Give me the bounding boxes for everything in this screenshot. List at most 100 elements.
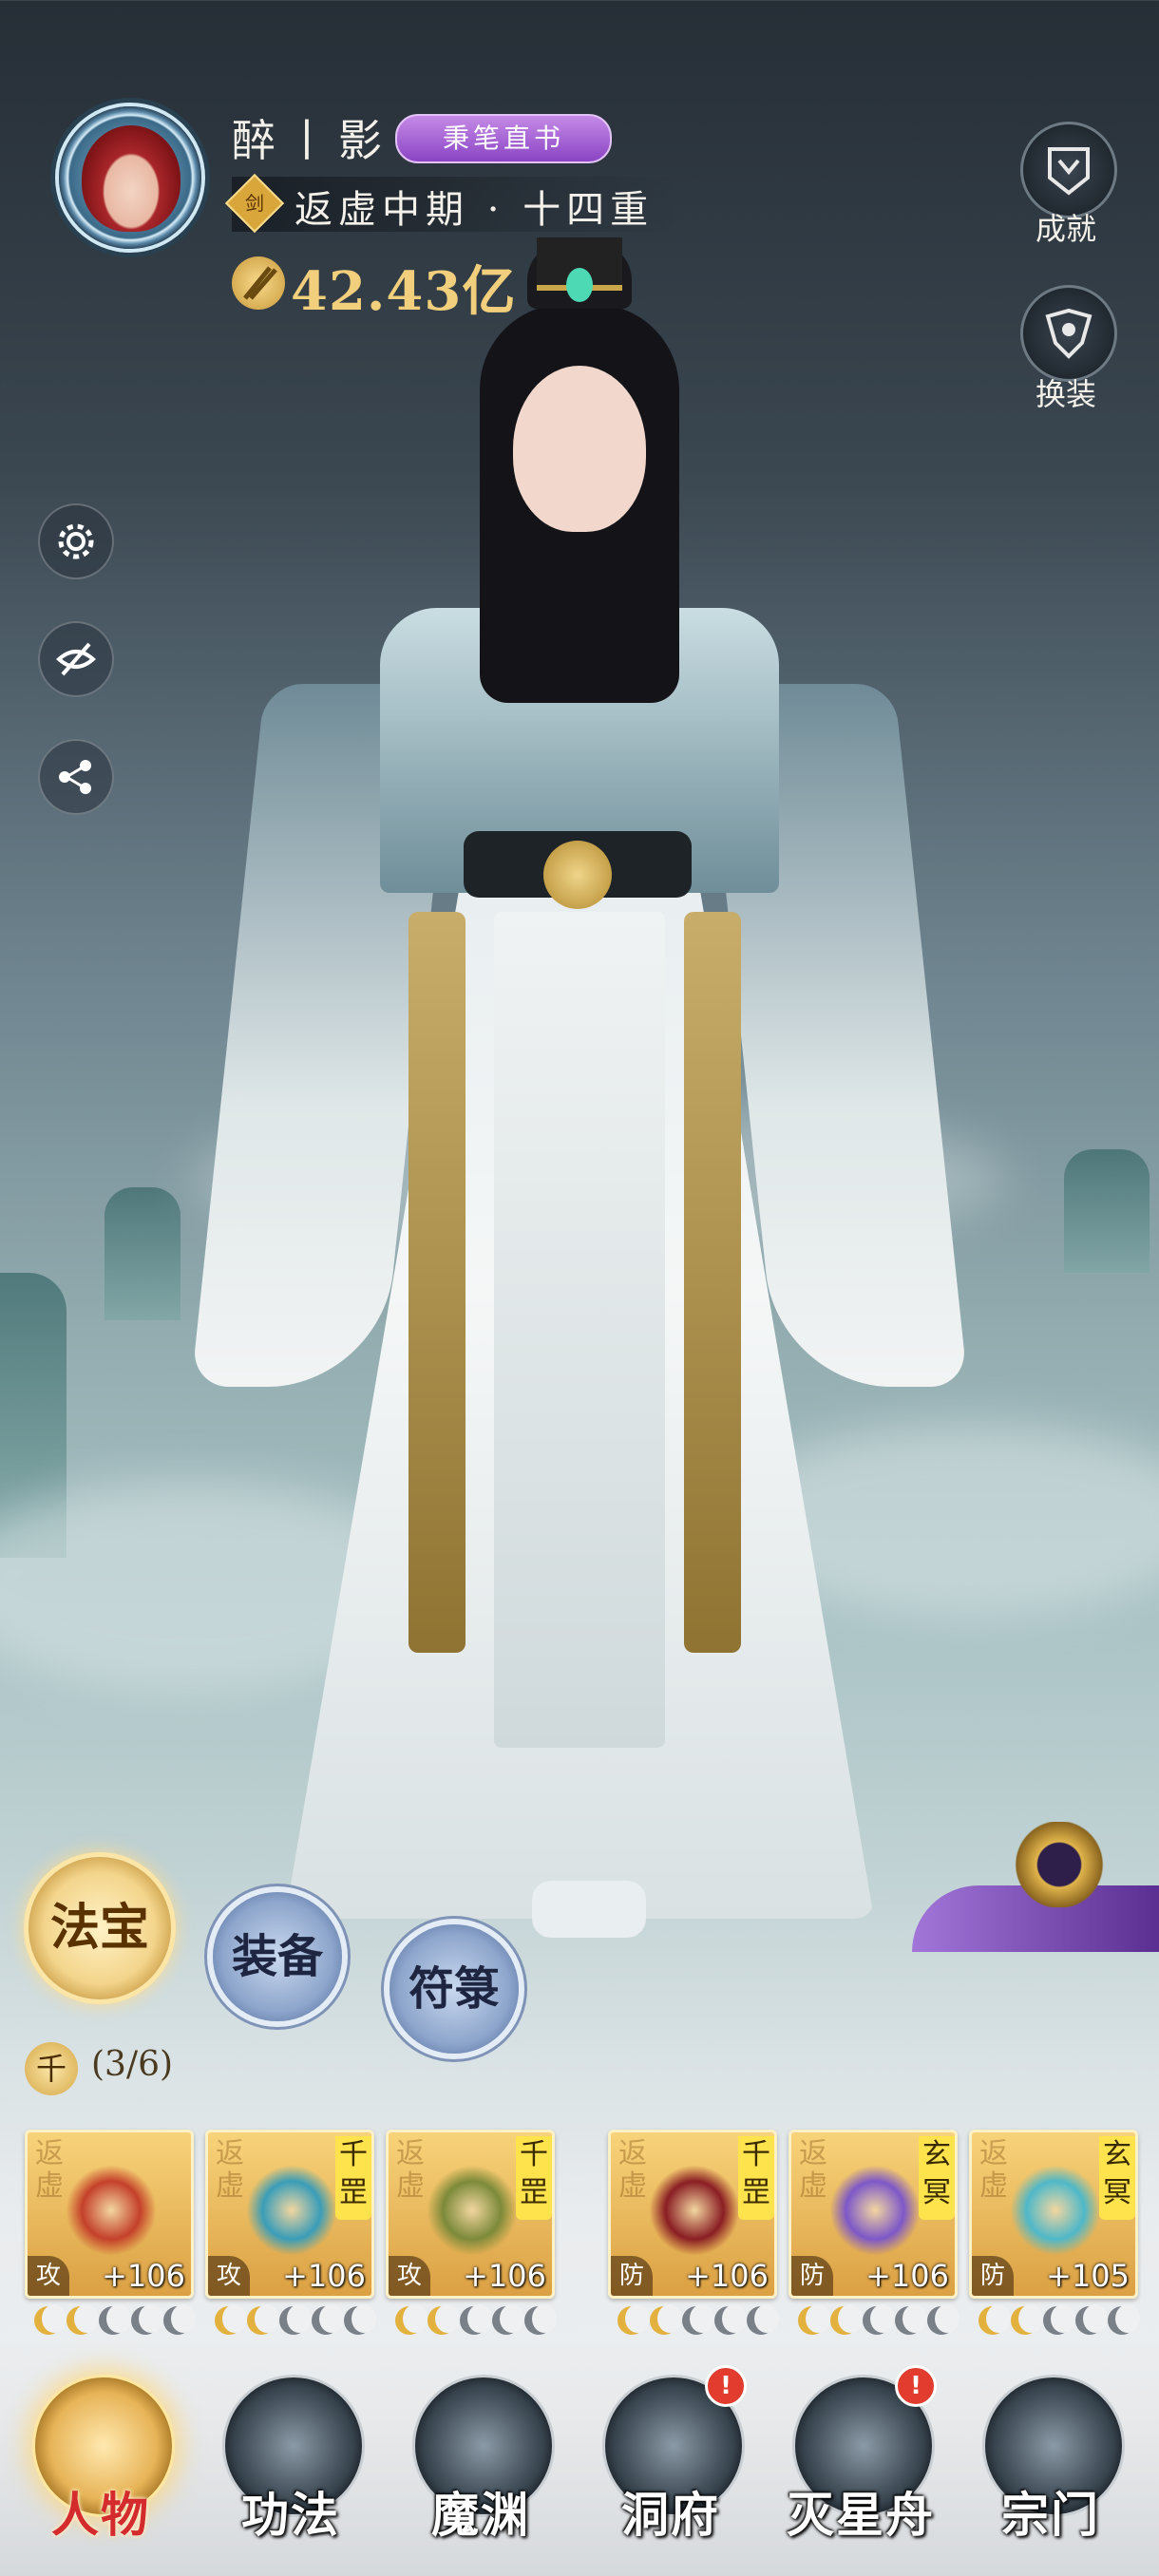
moon-pip-icon xyxy=(830,2304,863,2335)
sect-tag-text: 剑 xyxy=(245,192,264,215)
moon-pip-icon xyxy=(895,2304,927,2335)
item-type-tag: 攻 xyxy=(389,2256,430,2296)
item-star-pips xyxy=(395,2304,557,2339)
combat-power-value: 42.43亿 xyxy=(291,260,517,323)
treasure-item-icon xyxy=(427,2165,518,2256)
item-star-pips xyxy=(215,2304,376,2339)
nav-label: 灭星舟 xyxy=(787,2487,935,2543)
settings-icon xyxy=(58,523,94,559)
nav-sect[interactable]: 宗门 xyxy=(967,2365,1134,2565)
moon-pip-icon xyxy=(66,2304,99,2335)
moon-pip-icon xyxy=(524,2304,557,2335)
achievement-button[interactable] xyxy=(1020,122,1117,218)
moon-pip-icon xyxy=(247,2304,279,2335)
nav-abyss[interactable]: 魔渊 xyxy=(397,2365,564,2565)
moon-pip-icon xyxy=(618,2304,650,2335)
moon-pip-icon xyxy=(34,2304,66,2335)
character-face xyxy=(513,366,646,532)
moon-pip-icon xyxy=(1043,2304,1075,2335)
treasure-item-card[interactable]: 返虚攻 +106 xyxy=(25,2130,194,2299)
treasure-item-card[interactable]: 返虚 千罡攻 +106 xyxy=(205,2130,374,2299)
treasure-item-card[interactable]: 返虚 玄冥防 +106 xyxy=(788,2130,958,2299)
moon-pip-icon xyxy=(215,2304,247,2335)
player-name: 醉丨影 xyxy=(232,115,391,166)
item-level: +106 xyxy=(282,2258,366,2294)
wardrobe-label: 换装 xyxy=(1035,376,1096,412)
item-star-pips xyxy=(798,2304,960,2339)
item-realm-watermark: 返虚 xyxy=(216,2137,244,2203)
item-type-tag: 防 xyxy=(611,2256,653,2296)
nav-label: 功法 xyxy=(241,2487,340,2543)
moon-pip-icon xyxy=(1011,2304,1043,2335)
achievement-icon xyxy=(1048,147,1090,196)
moon-pip-icon xyxy=(798,2304,830,2335)
set-bonus-count: (3/6) xyxy=(91,2045,174,2084)
item-type-tag: 防 xyxy=(972,2256,1014,2296)
combat-power-icon xyxy=(232,256,285,310)
item-type-tag: 防 xyxy=(791,2256,833,2296)
item-star-pips xyxy=(978,2304,1140,2339)
treasure-item-card[interactable]: 返虚 千罡攻 +106 xyxy=(386,2130,555,2299)
ring-artifact-icon[interactable] xyxy=(1002,1822,1116,1907)
item-realm-watermark: 返虚 xyxy=(618,2137,647,2203)
item-realm-watermark: 返虚 xyxy=(979,2137,1008,2203)
moon-pip-icon xyxy=(863,2304,895,2335)
item-set-flag: 千罡 xyxy=(335,2136,371,2220)
hide-ui-eye-icon xyxy=(55,642,97,676)
character-front-panel xyxy=(494,912,665,1748)
nav-character[interactable]: 人物 xyxy=(17,2365,184,2565)
moon-pip-icon xyxy=(492,2304,524,2335)
set-bonus-icon[interactable]: 千 xyxy=(25,2042,78,2095)
treasure-item-card[interactable]: 返虚 千罡防 +106 xyxy=(608,2130,777,2299)
mountain-peak-left xyxy=(104,1187,180,1320)
share-button[interactable] xyxy=(38,739,114,815)
moon-pip-icon xyxy=(312,2304,344,2335)
tab-talisman[interactable]: 符箓 xyxy=(390,1924,519,2054)
moon-pip-icon xyxy=(344,2304,376,2335)
nav-label: 魔渊 xyxy=(431,2487,530,2543)
moon-pip-icon xyxy=(163,2304,196,2335)
tab-equipment[interactable]: 装备 xyxy=(213,1892,342,2021)
character-belt-medallion xyxy=(543,841,612,909)
item-set-flag: 千罡 xyxy=(516,2136,552,2220)
mountain-peak-right xyxy=(1064,1149,1150,1273)
item-star-pips xyxy=(618,2304,779,2339)
item-set-flag: 千罡 xyxy=(738,2136,774,2220)
moon-pip-icon xyxy=(1075,2304,1108,2335)
moon-pip-icon xyxy=(99,2304,131,2335)
hide-ui-button[interactable] xyxy=(38,621,114,697)
moon-pip-icon xyxy=(279,2304,312,2335)
moon-pip-icon xyxy=(747,2304,779,2335)
item-level: +106 xyxy=(102,2258,185,2294)
item-type-tag: 攻 xyxy=(208,2256,250,2296)
nav-star-ship[interactable]: 灭星舟! xyxy=(777,2365,944,2565)
treasure-item-card[interactable]: 返虚 玄冥防 +105 xyxy=(969,2130,1138,2299)
item-realm-watermark: 返虚 xyxy=(35,2137,64,2203)
wardrobe-button[interactable] xyxy=(1020,285,1117,382)
treasure-item-icon xyxy=(1010,2165,1101,2256)
wardrobe-icon xyxy=(1045,308,1092,359)
avatar[interactable] xyxy=(82,125,180,232)
nav-label: 宗门 xyxy=(1001,2487,1100,2543)
settings-button[interactable] xyxy=(38,503,114,579)
item-realm-watermark: 返虚 xyxy=(396,2137,425,2203)
item-set-flag: 玄冥 xyxy=(1099,2136,1135,2220)
moon-pip-icon xyxy=(428,2304,460,2335)
title-badge[interactable]: 秉笔直书 xyxy=(395,114,612,163)
character-tassel xyxy=(408,912,466,1653)
item-level: +106 xyxy=(463,2258,546,2294)
item-realm-watermark: 返虚 xyxy=(799,2137,827,2203)
item-star-pips xyxy=(34,2304,196,2339)
tab-treasure[interactable]: 法宝 xyxy=(28,1857,171,1999)
alert-badge-icon: ! xyxy=(895,2365,937,2407)
moon-pip-icon xyxy=(131,2304,163,2335)
nav-techniques[interactable]: 功法 xyxy=(207,2365,374,2565)
moon-pip-icon xyxy=(395,2304,428,2335)
moon-pip-icon xyxy=(460,2304,492,2335)
alert-badge-icon: ! xyxy=(705,2365,747,2407)
cultivation-realm: 返虚中期 · 十四重 xyxy=(294,188,655,232)
nav-cave-estate[interactable]: 洞府! xyxy=(587,2365,754,2565)
moon-pip-icon xyxy=(682,2304,714,2335)
moon-pip-icon xyxy=(714,2304,747,2335)
moon-pip-icon xyxy=(927,2304,960,2335)
